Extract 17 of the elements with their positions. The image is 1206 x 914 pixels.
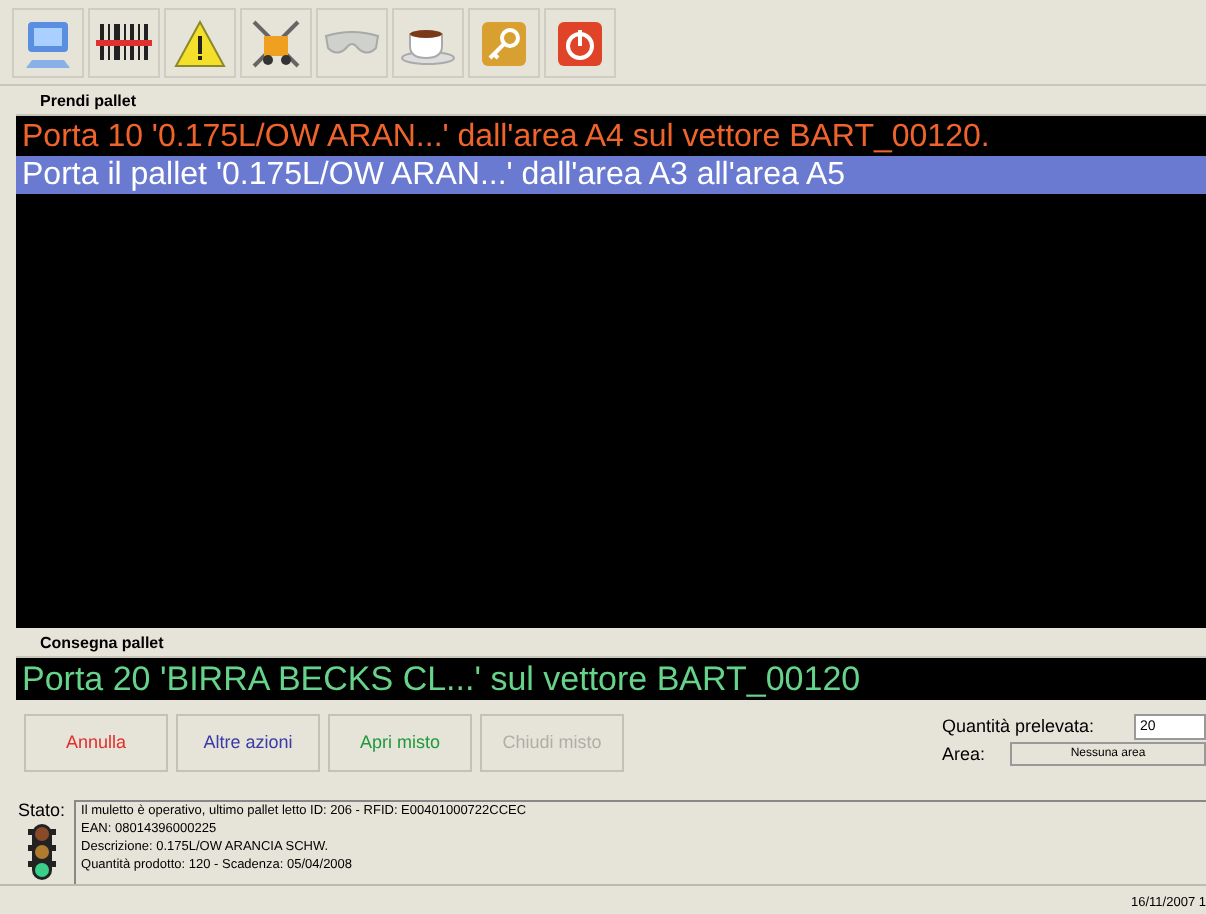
traffic-light-icon <box>25 824 58 881</box>
task-row[interactable]: Porta 10 '0.175L/OW ARAN...' dall'area A4 sul vettore BART_00120. <box>16 117 1206 156</box>
quantity-label: Quantità prelevata: <box>942 716 1097 737</box>
glasses-icon <box>324 27 380 59</box>
barcode-toolbar-button[interactable] <box>88 8 160 78</box>
delivery-instruction: Porta 20 'BIRRA BECKS CL...' sul vettore BART_00120 <box>16 657 1206 700</box>
warning-icon <box>174 19 226 67</box>
power-toolbar-button[interactable] <box>544 8 616 78</box>
action-button[interactable]: Annulla <box>24 713 168 772</box>
area-label: Area: <box>942 743 988 764</box>
power-icon <box>556 19 604 67</box>
key-icon <box>480 19 528 67</box>
status-label: Stato: <box>18 800 66 821</box>
action-button[interactable]: Altre azioni <box>176 713 320 772</box>
coffee-toolbar-button[interactable] <box>392 8 464 78</box>
action-button[interactable]: Apri misto <box>328 713 472 772</box>
task-row[interactable]: Porta il pallet '0.175L/OW ARAN...' dall'area A3 all'area A5 <box>16 155 1206 194</box>
